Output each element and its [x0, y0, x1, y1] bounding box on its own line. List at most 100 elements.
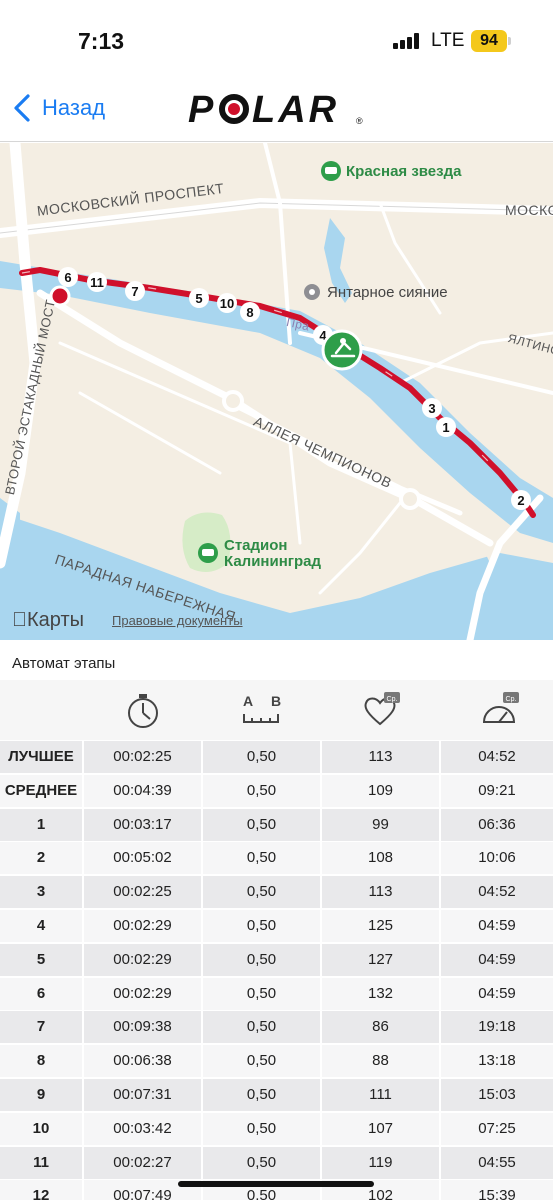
- lap-pace: 04:52: [441, 876, 553, 909]
- lap-time: 00:06:38: [84, 1045, 203, 1078]
- lap-heart-rate: 99: [322, 808, 441, 841]
- route-map[interactable]: 6 11 7 5 10 8 4 3 1 2 Красная звезда Янт…: [0, 143, 553, 640]
- table-header: A B Ср. Ср.: [0, 680, 553, 740]
- svg-text:P: P: [188, 90, 216, 128]
- pace-icon: Ср.: [482, 692, 519, 723]
- svg-text:LAR: LAR: [252, 90, 339, 128]
- lap-time: 00:09:38: [84, 1011, 203, 1044]
- lap-label: 6: [0, 977, 84, 1010]
- chevron-left-icon: [14, 94, 30, 122]
- lap-pace: 09:21: [441, 774, 553, 807]
- lap-time: 00:02:25: [84, 876, 203, 909]
- battery-tip: [508, 37, 511, 45]
- table-row: 2 00:05:02 0,50 108 10:06: [0, 842, 553, 876]
- table-row: 6 00:02:29 0,50 132 04:59: [0, 977, 553, 1012]
- lap-label: 7: [0, 1011, 84, 1044]
- lap-heart-rate: 108: [322, 842, 441, 875]
- svg-text:11: 11: [90, 275, 104, 290]
- home-indicator[interactable]: [178, 1181, 374, 1187]
- lap-distance: 0,50: [203, 741, 322, 773]
- lap-distance: 0,50: [203, 842, 322, 875]
- lap-distance: 0,50: [203, 1011, 322, 1044]
- svg-text:B: B: [271, 693, 281, 709]
- heart-rate-icon: Ср.: [364, 692, 400, 726]
- svg-text:3: 3: [428, 401, 435, 416]
- lap-pace: 15:39: [441, 1180, 553, 1200]
- road-label: МОСКО: [505, 202, 553, 218]
- lap-label: 11: [0, 1146, 84, 1179]
- lap-time: 00:02:27: [84, 1146, 203, 1179]
- lap-heart-rate: 88: [322, 1045, 441, 1078]
- lap-pace: 04:59: [441, 977, 553, 1010]
- back-button[interactable]: Назад: [10, 90, 105, 126]
- lap-distance: 0,50: [203, 1112, 322, 1145]
- apple-logo-icon: : [12, 609, 27, 631]
- lap-pace: 19:18: [441, 1011, 553, 1044]
- battery-icon: 94: [471, 30, 507, 52]
- lap-distance: 0,50: [203, 1045, 322, 1078]
- maps-attribution: Карты: [12, 609, 84, 632]
- lap-label: 8: [0, 1045, 84, 1078]
- network-type: LTE: [431, 30, 465, 51]
- lap-heart-rate: 111: [322, 1079, 441, 1111]
- lap-distance: 0,50: [203, 1146, 322, 1179]
- table-row: 3 00:02:25 0,50 113 04:52: [0, 876, 553, 910]
- lap-pace: 13:18: [441, 1045, 553, 1078]
- lap-distance: 0,50: [203, 808, 322, 841]
- lap-label: 4: [0, 910, 84, 942]
- lap-time: 00:02:25: [84, 741, 203, 773]
- lap-time: 00:02:29: [84, 910, 203, 942]
- lap-time: 00:05:02: [84, 842, 203, 875]
- lap-pace: 15:03: [441, 1079, 553, 1111]
- lap-heart-rate: 109: [322, 774, 441, 807]
- lap-label: 1: [0, 808, 84, 841]
- svg-text:A: A: [243, 693, 253, 709]
- lap-label: 5: [0, 943, 84, 976]
- stopwatch-icon: [128, 694, 158, 728]
- distance-icon: A B: [243, 693, 281, 723]
- svg-text:®: ®: [356, 116, 363, 126]
- table-row: ЛУЧШЕЕ 00:02:25 0,50 113 04:52: [0, 741, 553, 775]
- lap-distance: 0,50: [203, 910, 322, 942]
- lap-label: 10: [0, 1112, 84, 1145]
- svg-text:Ср.: Ср.: [506, 696, 517, 703]
- lap-distance: 0,50: [203, 774, 322, 807]
- lap-heart-rate: 113: [322, 876, 441, 909]
- lap-heart-rate: 125: [322, 910, 441, 942]
- lap-label: 9: [0, 1079, 84, 1111]
- svg-text:6: 6: [64, 270, 71, 285]
- svg-text:Ср.: Ср.: [387, 696, 398, 703]
- polar-logo: P LAR ®: [188, 90, 363, 128]
- lap-heart-rate: 132: [322, 977, 441, 1010]
- lap-heart-rate: 107: [322, 1112, 441, 1145]
- table-row: 10 00:03:42 0,50 107 07:25: [0, 1112, 553, 1147]
- lap-time: 00:02:29: [84, 977, 203, 1010]
- lap-label: 3: [0, 876, 84, 909]
- svg-text:2: 2: [517, 493, 524, 508]
- svg-text:10: 10: [220, 296, 234, 311]
- table-row: 8 00:06:38 0,50 88 13:18: [0, 1045, 553, 1079]
- section-title: Автомат этапы: [12, 655, 116, 672]
- lap-label: ЛУЧШЕЕ: [0, 741, 84, 773]
- status-time: 7:13: [78, 28, 125, 54]
- lap-heart-rate: 113: [322, 741, 441, 773]
- lap-pace: 07:25: [441, 1112, 553, 1145]
- table-row: 4 00:02:29 0,50 125 04:59: [0, 910, 553, 944]
- back-label: Назад: [42, 95, 106, 120]
- svg-text:8: 8: [246, 305, 253, 320]
- lap-heart-rate: 119: [322, 1146, 441, 1179]
- legal-documents-link[interactable]: Правовые документы: [112, 613, 243, 628]
- poi-label[interactable]: Янтарное сияние: [327, 284, 448, 301]
- poi-label[interactable]: Стадион Калининград: [224, 538, 344, 570]
- lap-distance: 0,50: [203, 1079, 322, 1111]
- lap-pace: 04:55: [441, 1146, 553, 1179]
- navigation-bar: Назад P LAR ®: [0, 80, 553, 142]
- lap-heart-rate: 86: [322, 1011, 441, 1044]
- lap-time: 00:02:29: [84, 943, 203, 976]
- lap-time: 00:03:42: [84, 1112, 203, 1145]
- poi-label[interactable]: Красная звезда: [346, 163, 461, 180]
- table-row: 9 00:07:31 0,50 111 15:03: [0, 1079, 553, 1113]
- cellular-signal-icon: [393, 33, 421, 49]
- lap-pace: 10:06: [441, 842, 553, 875]
- status-bar: 7:13 LTE 94: [0, 0, 553, 80]
